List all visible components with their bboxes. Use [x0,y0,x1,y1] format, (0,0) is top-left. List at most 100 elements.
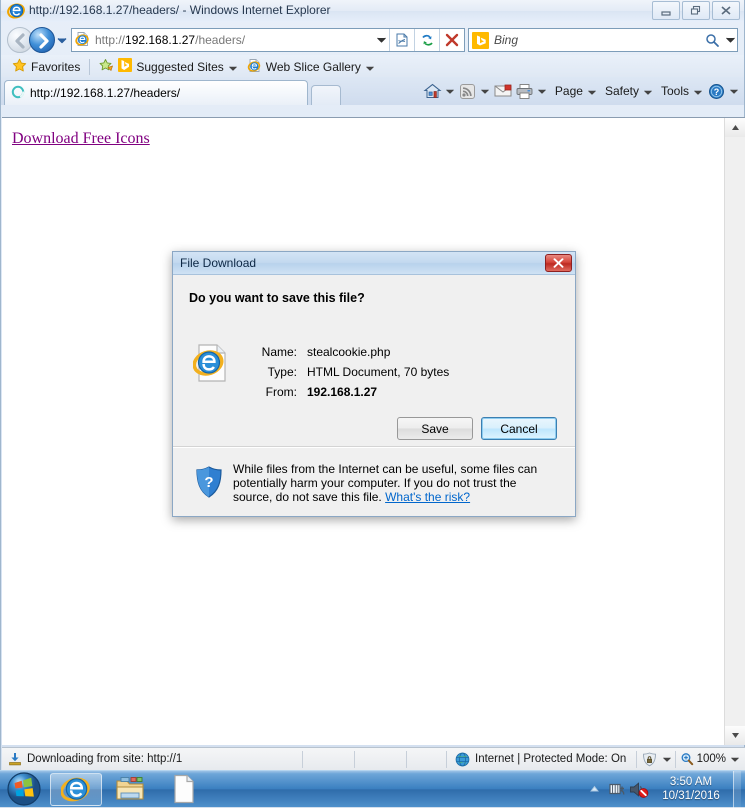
status-zone-label: Internet | Protected Mode: On [475,753,626,765]
status-protected-mode-toggle[interactable] [636,751,675,768]
volume-muted-icon[interactable] [627,774,649,804]
menu-safety[interactable]: Safety [599,80,655,102]
favorites-item-web-slice-gallery[interactable]: Web Slice Gallery [242,57,379,77]
status-zoom-control[interactable]: 100% [675,751,745,768]
vertical-scrollbar[interactable] [724,118,745,745]
new-tab-button[interactable] [311,85,341,105]
scroll-down-button[interactable] [725,726,745,745]
menu-tools[interactable]: Tools [655,80,705,102]
address-path: /headers/ [195,33,245,47]
file-from-label: From: [255,385,297,399]
feeds-dropdown-icon[interactable] [479,80,492,102]
chevron-down-icon [588,84,596,98]
stop-icon[interactable] [440,29,464,51]
search-dropdown-icon[interactable] [723,37,737,43]
file-type-value: HTML Document, 70 bytes [307,365,449,379]
file-type-label: Type: [255,365,297,379]
print-icon[interactable] [514,80,536,102]
search-input[interactable]: Bing [494,33,701,47]
download-icon [8,752,22,766]
taskbar-item-windows-explorer[interactable] [104,773,156,806]
favorites-bar: Favorites Suggested Sites [1,55,744,77]
bing-icon-small [118,58,132,75]
security-shield-icon: ? [195,466,223,498]
dialog-close-button[interactable] [545,254,572,272]
home-icon[interactable] [422,80,444,102]
status-download-label: Downloading from site: http://1 [27,753,182,765]
file-name-label: Name: [255,345,297,359]
menu-page[interactable]: Page [549,80,599,102]
chevron-down-icon [694,84,702,98]
close-button[interactable] [712,1,740,20]
cancel-button[interactable]: Cancel [481,417,557,440]
address-dropdown-icon[interactable] [373,29,389,51]
file-type-icon [193,343,229,383]
svg-text:?: ? [204,474,213,491]
help-icon[interactable]: ? [705,80,727,102]
taskbar-item-document[interactable] [158,773,210,806]
dialog-title: File Download [173,256,256,270]
file-from-value: 192.168.1.27 [307,385,377,399]
dialog-warning-text: While files from the Internet can be use… [233,462,559,504]
dialog-footer: ? While files from the Internet can be u… [173,447,575,515]
network-icon[interactable] [605,774,627,804]
whats-the-risk-link[interactable]: What's the risk? [385,490,470,504]
address-bar[interactable]: http://192.168.1.27/headers/ [71,28,465,52]
compatibility-view-icon[interactable] [390,29,414,51]
system-tray: 3:50 AM 10/31/2016 [583,771,745,808]
forward-button[interactable] [29,27,55,53]
status-bar: Downloading from site: http://1 Internet… [2,747,745,770]
favorites-item-label: Suggested Sites [136,60,223,74]
restore-button[interactable] [682,1,710,20]
start-button[interactable] [0,772,48,807]
suggested-sites-icon [99,58,114,76]
address-host: 192.168.1.27 [125,33,195,47]
internet-explorer-icon [7,2,25,20]
star-icon [12,58,27,76]
minimize-button[interactable] [652,1,680,20]
zoom-level-label: 100% [697,753,726,765]
show-desktop-button[interactable] [733,771,741,808]
tab-headers[interactable]: http://192.168.1.27/headers/ [4,80,308,105]
scroll-up-button[interactable] [725,118,745,137]
search-icon[interactable] [701,33,723,48]
print-dropdown-icon[interactable] [536,80,549,102]
search-box[interactable]: Bing [468,28,738,52]
status-cell-3 [406,751,446,768]
feeds-icon[interactable] [457,80,479,102]
show-hidden-icons-button[interactable] [583,774,605,804]
download-free-icons-link[interactable]: Download Free Icons [12,130,150,148]
recent-pages-dropdown-icon[interactable] [55,27,69,53]
favorites-item-suggested-sites[interactable]: Suggested Sites [94,57,241,77]
tab-label: http://192.168.1.27/headers/ [30,86,180,100]
chevron-down-icon [731,753,739,765]
favorites-item-label: Web Slice Gallery [266,60,361,74]
refresh-icon[interactable] [415,29,439,51]
favorites-button[interactable]: Favorites [7,57,85,77]
chevron-down-icon[interactable] [366,60,374,74]
window-title: http://192.168.1.27/headers/ - Windows I… [29,3,331,17]
command-bar: Page Safety Tools [422,80,740,102]
status-security-zone[interactable]: Internet | Protected Mode: On [446,751,636,768]
save-button[interactable]: Save [397,417,473,440]
taskbar-item-internet-explorer[interactable] [50,773,102,806]
file-name-value: stealcookie.php [307,345,390,359]
status-download-text: Downloading from site: http://1 [2,752,302,766]
status-cell-2 [354,751,406,768]
help-dropdown-icon[interactable] [727,80,740,102]
zoom-icon [680,752,694,766]
tab-bar: http://192.168.1.27/headers/ [1,77,744,105]
mail-icon[interactable] [492,80,514,102]
chevron-down-icon[interactable] [229,60,237,74]
home-dropdown-icon[interactable] [444,80,457,102]
taskbar-clock[interactable]: 3:50 AM 10/31/2016 [649,775,733,803]
file-detail-row: Name: stealcookie.php [255,345,449,359]
chevron-down-icon [663,753,671,765]
favorites-separator [89,59,90,75]
address-scheme: http:// [95,33,125,47]
address-text: http://192.168.1.27/headers/ [95,33,373,47]
menu-page-label: Page [555,84,583,98]
dialog-body: Do you want to save this file? Name: ste… [173,275,575,447]
bing-logo-icon [472,32,489,49]
window-controls [652,1,740,20]
